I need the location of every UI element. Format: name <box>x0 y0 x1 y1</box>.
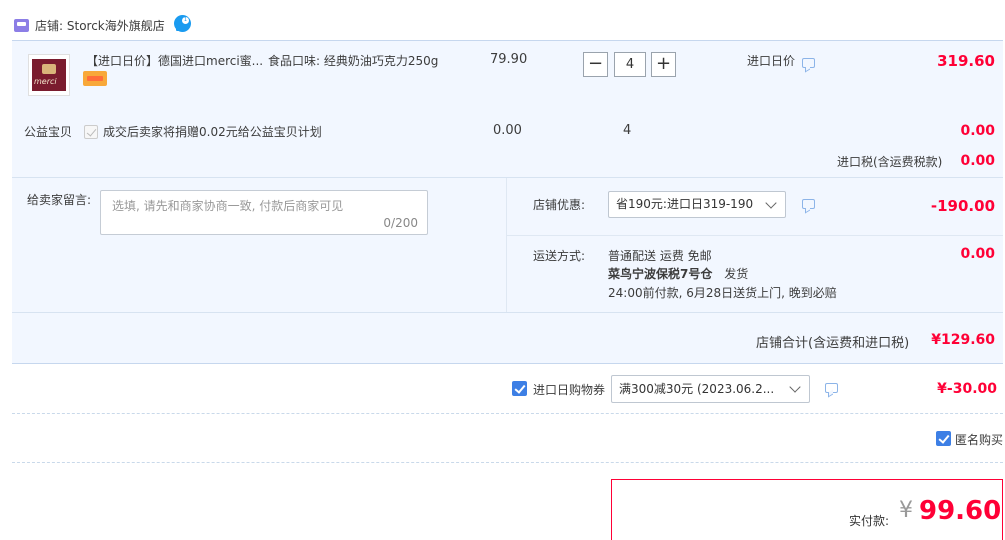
payment-summary-box: 实付款: ¥ 99.60 <box>611 479 1003 540</box>
chat-message-icon[interactable] <box>802 58 815 68</box>
coupon-amount: ¥-30.00 <box>937 381 997 397</box>
quantity-decrease-button[interactable]: − <box>583 52 608 77</box>
charity-label: 公益宝贝 <box>24 125 73 139</box>
shipping-method: 普通配送 运费 免邮 <box>608 249 712 263</box>
shipping-warehouse-line: 菜鸟宁波保税7号仓 发货 <box>608 265 748 282</box>
payment-currency: ¥ <box>899 498 913 523</box>
shop-label: 店铺: <box>35 19 64 33</box>
shop-total-row: 店铺合计(含运费和进口税) ¥129.60 <box>12 312 1003 364</box>
import-tax-label: 进口税(含运费税款) <box>837 155 943 169</box>
anonymous-label: 匿名购买 <box>955 433 1004 447</box>
shipping-label: 运送方式: <box>533 249 586 263</box>
row-divider <box>12 462 1003 463</box>
panel-divider <box>507 235 1003 236</box>
shipping-amount: 0.00 <box>960 246 995 262</box>
shipping-warehouse: 菜鸟宁波保税7号仓 <box>608 267 713 281</box>
seller-message-label: 给卖家留言: <box>27 193 92 207</box>
payment-amount: 99.60 <box>919 496 1002 526</box>
order-item-panel: 【进口日价】德国进口merci蜜... 食品口味: 经典奶油巧克力250g 79… <box>12 40 1003 177</box>
panel-divider <box>506 178 507 313</box>
chevron-down-icon <box>789 381 801 393</box>
item-subtotal: 319.60 <box>937 52 995 70</box>
import-day-price-label: 进口日价 <box>747 54 796 68</box>
chat-badge: 1 <box>182 17 189 24</box>
charity-amount: 0.00 <box>960 123 995 139</box>
chevron-down-icon <box>765 197 777 209</box>
import-tax-amount: 0.00 <box>960 153 995 169</box>
shop-icon <box>14 19 29 32</box>
charity-quantity: 4 <box>623 123 632 138</box>
coupon-label: 进口日购物券 <box>533 383 606 397</box>
shipping-delivery-promise: 24:00前付款, 6月28日送货上门, 晚到必赔 <box>608 286 837 300</box>
quantity-input[interactable]: 4 <box>614 52 646 77</box>
shop-options-panel: 给卖家留言: 0/200 店铺优惠: 省190元:进口日319-190 -190… <box>12 177 1003 313</box>
chat-message-icon[interactable] <box>825 383 838 393</box>
coupon-checkbox[interactable] <box>512 381 527 396</box>
shop-name-link[interactable]: Storck海外旗舰店 <box>67 19 165 33</box>
shop-promo-amount: -190.00 <box>930 197 995 215</box>
shop-total-label: 店铺合计(含运费和进口税) <box>756 336 910 351</box>
coupon-select[interactable]: 满300减30元 (2023.06.2... <box>611 375 810 403</box>
seller-message-field[interactable]: 0/200 <box>100 190 428 235</box>
shipping-dispatch: 发货 <box>724 267 749 281</box>
shop-name-wrap: 店铺: Storck海外旗舰店 <box>35 17 165 34</box>
shop-promo-selected: 省190元:进口日319-190 <box>616 197 754 211</box>
shop-total-amount: ¥129.60 <box>931 332 995 348</box>
product-title-link[interactable]: 【进口日价】德国进口merci蜜... <box>86 52 263 69</box>
seller-message-input[interactable] <box>101 191 427 221</box>
charity-price: 0.00 <box>493 123 522 138</box>
product-sku: 食品口味: 经典奶油巧克力250g <box>268 54 439 68</box>
anonymous-checkbox[interactable] <box>936 431 951 446</box>
shop-promo-label: 店铺优惠: <box>533 198 586 212</box>
chat-message-icon[interactable] <box>802 199 815 209</box>
charity-checkbox <box>84 125 98 139</box>
quantity-increase-button[interactable]: + <box>651 52 676 77</box>
wangwang-chat-icon[interactable]: 1 <box>174 15 191 32</box>
shop-header: 店铺: Storck海外旗舰店 1 <box>0 0 1005 40</box>
product-thumbnail[interactable] <box>28 54 70 96</box>
shop-promo-select[interactable]: 省190元:进口日319-190 <box>608 191 786 218</box>
charity-text: 成交后卖家将捐赠0.02元给公益宝贝计划 <box>103 125 322 139</box>
payment-label: 实付款: <box>849 514 890 528</box>
coupon-selected: 满300减30元 (2023.06.2... <box>619 382 775 396</box>
unit-price: 79.90 <box>490 52 528 67</box>
message-char-count: 0/200 <box>383 216 418 230</box>
card-payment-icon <box>83 71 107 86</box>
row-divider <box>12 413 1003 414</box>
